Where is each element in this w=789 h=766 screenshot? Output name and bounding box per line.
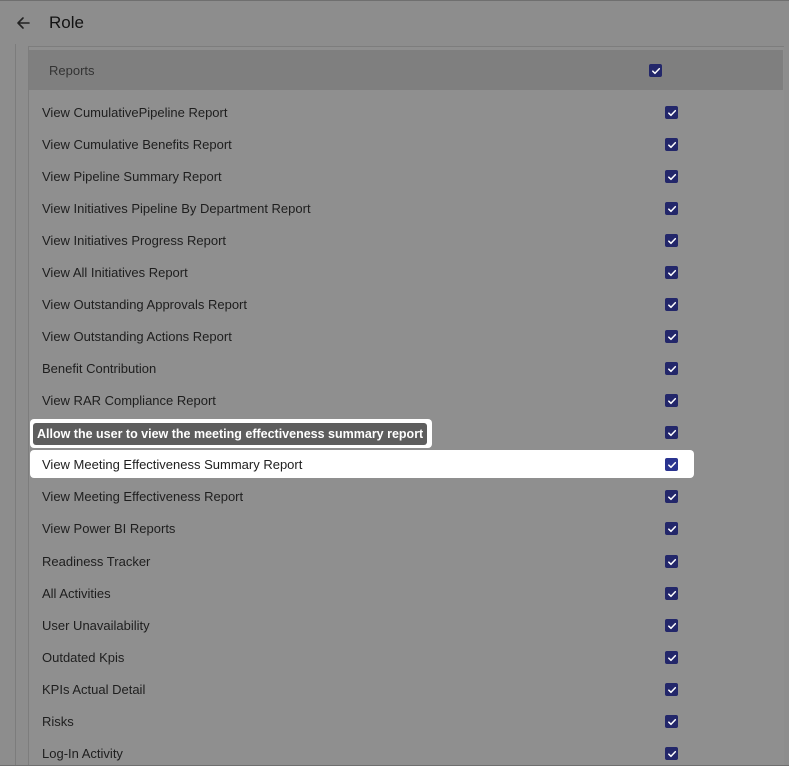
permission-row: View Power BI Reports: [30, 514, 694, 542]
permission-label: View Outstanding Approvals Report: [42, 296, 247, 312]
permission-checkbox[interactable]: [665, 106, 678, 119]
permission-checkbox[interactable]: [665, 715, 678, 728]
check-icon: [667, 429, 676, 436]
permission-checkbox[interactable]: [665, 138, 678, 151]
permission-row: User Unavailability: [30, 611, 694, 639]
check-icon: [667, 590, 676, 597]
permission-label: View RAR Compliance Report: [42, 392, 216, 408]
permission-label: Log-In Activity: [42, 745, 123, 761]
check-icon: [667, 686, 676, 693]
permission-row: View RAR Compliance Report: [30, 386, 694, 414]
check-icon: [667, 558, 676, 565]
permission-checkbox[interactable]: [665, 394, 678, 407]
check-icon: [667, 269, 676, 276]
check-icon: [667, 750, 676, 757]
permission-row: All Activities: [30, 579, 694, 607]
permission-label: View Pipeline Summary Report: [42, 168, 222, 184]
permission-row: View Cumulative Benefits Report: [30, 130, 694, 158]
section-select-all-checkbox[interactable]: [649, 64, 662, 77]
page-title: Role: [49, 12, 84, 32]
permission-checkbox[interactable]: [665, 202, 678, 215]
permission-label: KPIs Actual Detail: [42, 681, 146, 697]
permission-checkbox[interactable]: [665, 490, 678, 503]
check-icon: [667, 141, 676, 148]
permission-label: Benefit Contribution: [42, 360, 157, 376]
permission-row: KPIs Actual Detail: [30, 675, 694, 703]
permission-checkbox[interactable]: [665, 587, 678, 600]
check-icon: [667, 333, 676, 340]
permission-label: View Power BI Reports: [42, 520, 176, 536]
permission-label: View Initiatives Progress Report: [42, 232, 227, 248]
permission-label: View All Initiatives Report: [42, 264, 188, 280]
permission-row: View Pipeline Summary Report: [30, 162, 694, 190]
check-icon: [667, 461, 676, 468]
check-icon: [667, 397, 676, 404]
back-arrow-icon[interactable]: [9, 9, 37, 37]
permission-checkbox[interactable]: [665, 266, 678, 279]
permission-row: View All Initiatives Report: [30, 258, 694, 286]
permission-row: View Outstanding Actions Report: [30, 322, 694, 350]
permission-label: View Cumulative Benefits Report: [42, 136, 232, 152]
permission-checkbox[interactable]: [665, 426, 678, 439]
permission-row: View Outstanding Approvals Report: [30, 290, 694, 318]
check-icon: [667, 301, 676, 308]
permission-row: Risks: [30, 707, 694, 735]
tooltip: Allow the user to view the meeting effec…: [30, 419, 433, 448]
permission-row: View Initiatives Pipeline By Department …: [30, 194, 694, 222]
app-header: Role: [0, 0, 789, 44]
check-icon: [667, 365, 676, 372]
permission-label: Risks: [42, 713, 74, 729]
permission-label: Outdated Kpis: [42, 649, 125, 665]
permission-row: View Meeting Effectiveness Report: [30, 482, 694, 510]
check-icon: [667, 718, 676, 725]
check-icon: [667, 493, 676, 500]
permission-checkbox[interactable]: [665, 330, 678, 343]
permission-checkbox[interactable]: [665, 362, 678, 375]
permission-row: Benefit Contribution: [30, 354, 694, 382]
permission-label: View Initiatives Pipeline By Department …: [42, 200, 311, 216]
permission-checkbox[interactable]: [665, 683, 678, 696]
permission-label: View Meeting Effectiveness Summary Repor…: [42, 456, 303, 472]
permission-row: View Initiatives Progress Report: [30, 226, 694, 254]
permission-checkbox[interactable]: [665, 234, 678, 247]
permission-label: View Meeting Effectiveness Report: [42, 488, 244, 504]
permission-label: Readiness Tracker: [42, 553, 151, 569]
section-title: Reports: [49, 62, 95, 78]
check-icon: [667, 622, 676, 629]
check-icon: [667, 237, 676, 244]
permission-checkbox[interactable]: [665, 651, 678, 664]
permission-checkbox[interactable]: [665, 747, 678, 760]
permission-checkbox[interactable]: [665, 298, 678, 311]
permission-checkbox[interactable]: [665, 170, 678, 183]
check-icon: [667, 109, 676, 116]
permission-label: View CumulativePipeline Report: [42, 104, 228, 120]
permission-checkbox[interactable]: [665, 522, 678, 535]
permission-checkbox[interactable]: [665, 555, 678, 568]
permission-label: User Unavailability: [42, 617, 150, 633]
permission-row: View Meeting Effectiveness Summary Repor…: [30, 450, 694, 478]
section-header-reports: Reports: [29, 50, 783, 90]
permission-checkbox[interactable]: [665, 458, 678, 471]
permission-checkbox[interactable]: [665, 619, 678, 632]
check-icon: [667, 205, 676, 212]
permission-label: View Outstanding Actions Report: [42, 328, 232, 344]
tooltip-text: Allow the user to view the meeting effec…: [33, 422, 428, 445]
permission-label: All Activities: [42, 585, 111, 601]
check-icon: [667, 654, 676, 661]
permission-row: Log-In Activity: [30, 739, 694, 766]
check-icon: [667, 525, 676, 532]
permission-row: Outdated Kpis: [30, 643, 694, 671]
permission-row: View CumulativePipeline Report: [30, 98, 694, 126]
permission-row: Readiness Tracker: [30, 547, 694, 575]
check-icon: [667, 173, 676, 180]
